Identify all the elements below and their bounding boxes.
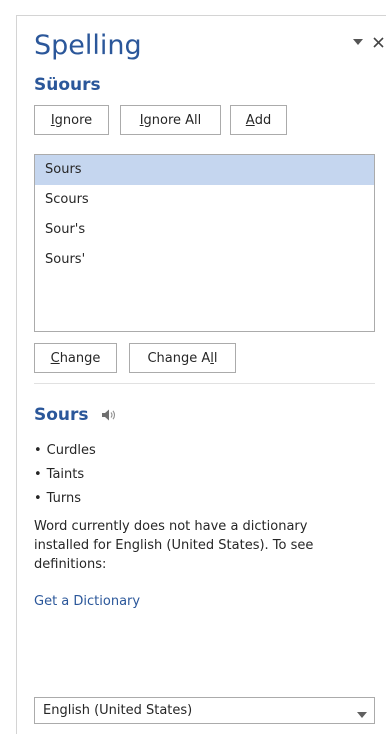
add-access-key: A: [245, 112, 255, 128]
change-all-button[interactable]: Change All: [129, 343, 236, 373]
change-all-label-pre: Change A: [147, 350, 211, 366]
add-label-post: dd: [254, 112, 272, 128]
suggestion-item[interactable]: Scours: [35, 185, 374, 215]
ignore-label-post: gnore: [54, 112, 93, 128]
dictionary-notice: Word currently does not have a dictionar…: [34, 519, 314, 572]
spelling-pane: Spelling Süours Ignore Ignore All Add So…: [16, 15, 386, 734]
ignore-all-label-post: gnore All: [143, 112, 202, 128]
definition-word: Sours: [34, 405, 89, 425]
add-button[interactable]: Add: [230, 105, 287, 135]
pane-title: Spelling: [34, 30, 142, 61]
change-access-key: C: [50, 350, 60, 366]
change-label-post: hange: [59, 350, 101, 366]
get-dictionary-link[interactable]: Get a Dictionary: [34, 592, 140, 611]
suggestions-list[interactable]: Sours Scours Sour's Sours': [34, 154, 375, 332]
section-divider: [34, 383, 375, 384]
synonym-item: Turns: [34, 487, 96, 511]
pane-controls: [350, 34, 386, 50]
definition-heading: Sours: [34, 404, 117, 426]
synonym-item: Taints: [34, 463, 96, 487]
change-button[interactable]: Change: [34, 343, 117, 373]
ignore-all-button[interactable]: Ignore All: [120, 105, 221, 135]
change-all-label-post: l: [213, 350, 218, 366]
language-value: English (United States): [43, 703, 193, 718]
synonym-item: Curdles: [34, 439, 96, 463]
ignore-button[interactable]: Ignore: [34, 105, 109, 135]
synonyms-list: Curdles Taints Turns: [34, 439, 96, 511]
language-select[interactable]: English (United States): [34, 697, 375, 724]
chevron-down-icon: [357, 707, 367, 718]
misspelled-word: Süours: [34, 75, 101, 95]
suggestion-item[interactable]: Sour's: [35, 215, 374, 245]
suggestion-item[interactable]: Sours': [35, 245, 374, 275]
speaker-icon[interactable]: [101, 407, 117, 423]
dropdown-arrow-icon[interactable]: [350, 34, 366, 50]
close-icon[interactable]: [370, 34, 386, 50]
suggestion-item[interactable]: Sours: [35, 155, 374, 185]
